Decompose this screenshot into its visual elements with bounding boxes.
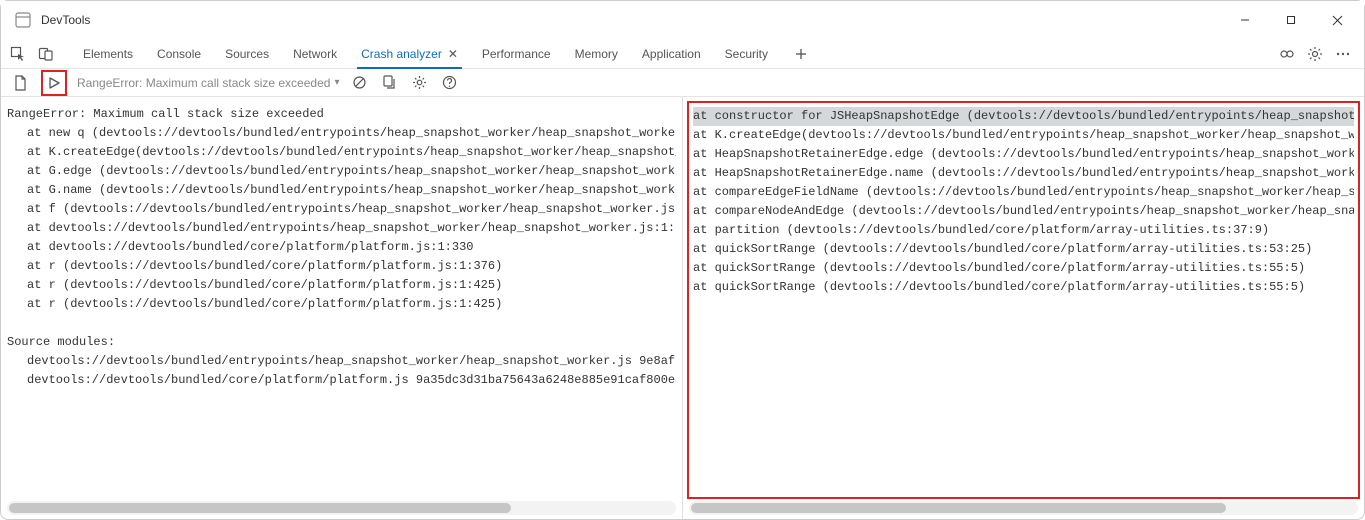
gear-icon[interactable]: [409, 73, 429, 93]
close-tab-icon[interactable]: ✕: [448, 47, 458, 61]
module-entry[interactable]: devtools://devtools/bundled/entrypoints/…: [7, 352, 676, 371]
resolved-stack-panel: at constructor for JSHeapSnapshotEdge (d…: [682, 97, 1364, 519]
resolved-stack-frame[interactable]: at HeapSnapshotRetainerEdge.name (devtoo…: [693, 164, 1354, 183]
resolved-stack-frame[interactable]: at quickSortRange (devtools://devtools/b…: [693, 278, 1354, 297]
tab-performance[interactable]: Performance: [470, 40, 563, 68]
add-tab-button[interactable]: [790, 43, 812, 65]
close-button[interactable]: [1314, 2, 1360, 38]
tab-security[interactable]: Security: [713, 40, 780, 68]
resolved-stack-frame[interactable]: at HeapSnapshotRetainerEdge.edge (devtoo…: [693, 145, 1354, 164]
tab-label: Crash analyzer: [361, 47, 442, 61]
error-filter-dropdown[interactable]: RangeError: Maximum call stack size exce…: [77, 76, 339, 90]
error-header: RangeError: Maximum call stack size exce…: [7, 105, 676, 124]
stack-frame[interactable]: at K.createEdge(devtools://devtools/bund…: [7, 143, 676, 162]
chevron-down-icon: ▾: [334, 77, 339, 88]
resolved-stack-frame[interactable]: at compareNodeAndEdge (devtools://devtoo…: [693, 202, 1354, 221]
more-menu-icon[interactable]: [1332, 43, 1354, 65]
resolved-stack-frame[interactable]: at compareEdgeFieldName (devtools://devt…: [693, 183, 1354, 202]
error-filter-text: RangeError: Maximum call stack size exce…: [77, 76, 330, 90]
device-toolbar-icon[interactable]: [35, 43, 57, 65]
module-entry[interactable]: devtools://devtools/bundled/core/platfor…: [7, 371, 676, 390]
copy-icon[interactable]: [379, 73, 399, 93]
tab-label: Application: [642, 47, 701, 61]
issues-icon[interactable]: [1276, 43, 1298, 65]
clear-icon[interactable]: [349, 73, 369, 93]
app-icon: [15, 12, 31, 28]
help-icon[interactable]: [439, 73, 459, 93]
stack-frame[interactable]: at G.name (devtools://devtools/bundled/e…: [7, 181, 676, 200]
tab-console[interactable]: Console: [145, 40, 213, 68]
stack-trace-panel: RangeError: Maximum call stack size exce…: [1, 97, 682, 519]
stack-frame[interactable]: at G.edge (devtools://devtools/bundled/e…: [7, 162, 676, 181]
modules-header: Source modules:: [7, 333, 676, 352]
resolved-stack-frame[interactable]: at partition (devtools://devtools/bundle…: [693, 221, 1354, 240]
titlebar: DevTools: [1, 1, 1364, 39]
tab-label: Security: [725, 47, 768, 61]
tab-label: Memory: [575, 47, 618, 61]
tab-sources[interactable]: Sources: [213, 40, 281, 68]
stack-frame[interactable]: at devtools://devtools/bundled/core/plat…: [7, 238, 676, 257]
tab-network[interactable]: Network: [281, 40, 349, 68]
scrollbar-horizontal[interactable]: [7, 501, 676, 515]
stack-frame[interactable]: at devtools://devtools/bundled/entrypoin…: [7, 219, 676, 238]
resolved-stack-frame[interactable]: at K.createEdge(devtools://devtools/bund…: [693, 126, 1354, 145]
tab-label: Console: [157, 47, 201, 61]
resolved-stack-frame[interactable]: at quickSortRange (devtools://devtools/b…: [693, 259, 1354, 278]
main-split: RangeError: Maximum call stack size exce…: [1, 97, 1364, 519]
scrollbar-thumb[interactable]: [9, 503, 511, 513]
resolved-stack-frame[interactable]: at quickSortRange (devtools://devtools/b…: [693, 240, 1354, 259]
resolved-stack-frame[interactable]: at constructor for JSHeapSnapshotEdge (d…: [693, 107, 1354, 126]
settings-gear-icon[interactable]: [1304, 43, 1326, 65]
window-title: DevTools: [41, 13, 90, 27]
inspect-element-icon[interactable]: [7, 43, 29, 65]
toolbar: RangeError: Maximum call stack size exce…: [1, 69, 1364, 97]
stack-frame[interactable]: at r (devtools://devtools/bundled/core/p…: [7, 257, 676, 276]
stack-frame[interactable]: at r (devtools://devtools/bundled/core/p…: [7, 295, 676, 314]
tab-label: Elements: [83, 47, 133, 61]
stack-frame[interactable]: at r (devtools://devtools/bundled/core/p…: [7, 276, 676, 295]
tab-label: Network: [293, 47, 337, 61]
scrollbar-horizontal[interactable]: [689, 501, 1358, 515]
resolved-stack-content[interactable]: at constructor for JSHeapSnapshotEdge (d…: [687, 101, 1360, 499]
stack-frame[interactable]: at new q (devtools://devtools/bundled/en…: [7, 124, 676, 143]
tab-bar: Elements Console Sources Network Crash analy…: [1, 39, 1364, 69]
maximize-button[interactable]: [1268, 2, 1314, 38]
new-file-icon[interactable]: [11, 73, 31, 93]
tab-label: Sources: [225, 47, 269, 61]
minimize-button[interactable]: [1222, 2, 1268, 38]
run-analysis-button[interactable]: [44, 73, 64, 93]
run-analysis-highlight: [41, 70, 67, 96]
tab-label: Performance: [482, 47, 551, 61]
scrollbar-thumb[interactable]: [691, 503, 1226, 513]
stack-trace-content[interactable]: RangeError: Maximum call stack size exce…: [1, 97, 682, 499]
tab-crash-analyzer[interactable]: Crash analyzer ✕: [349, 40, 470, 68]
tab-elements[interactable]: Elements: [71, 40, 145, 68]
stack-frame[interactable]: at f (devtools://devtools/bundled/entryp…: [7, 200, 676, 219]
tab-application[interactable]: Application: [630, 40, 713, 68]
tab-memory[interactable]: Memory: [563, 40, 630, 68]
